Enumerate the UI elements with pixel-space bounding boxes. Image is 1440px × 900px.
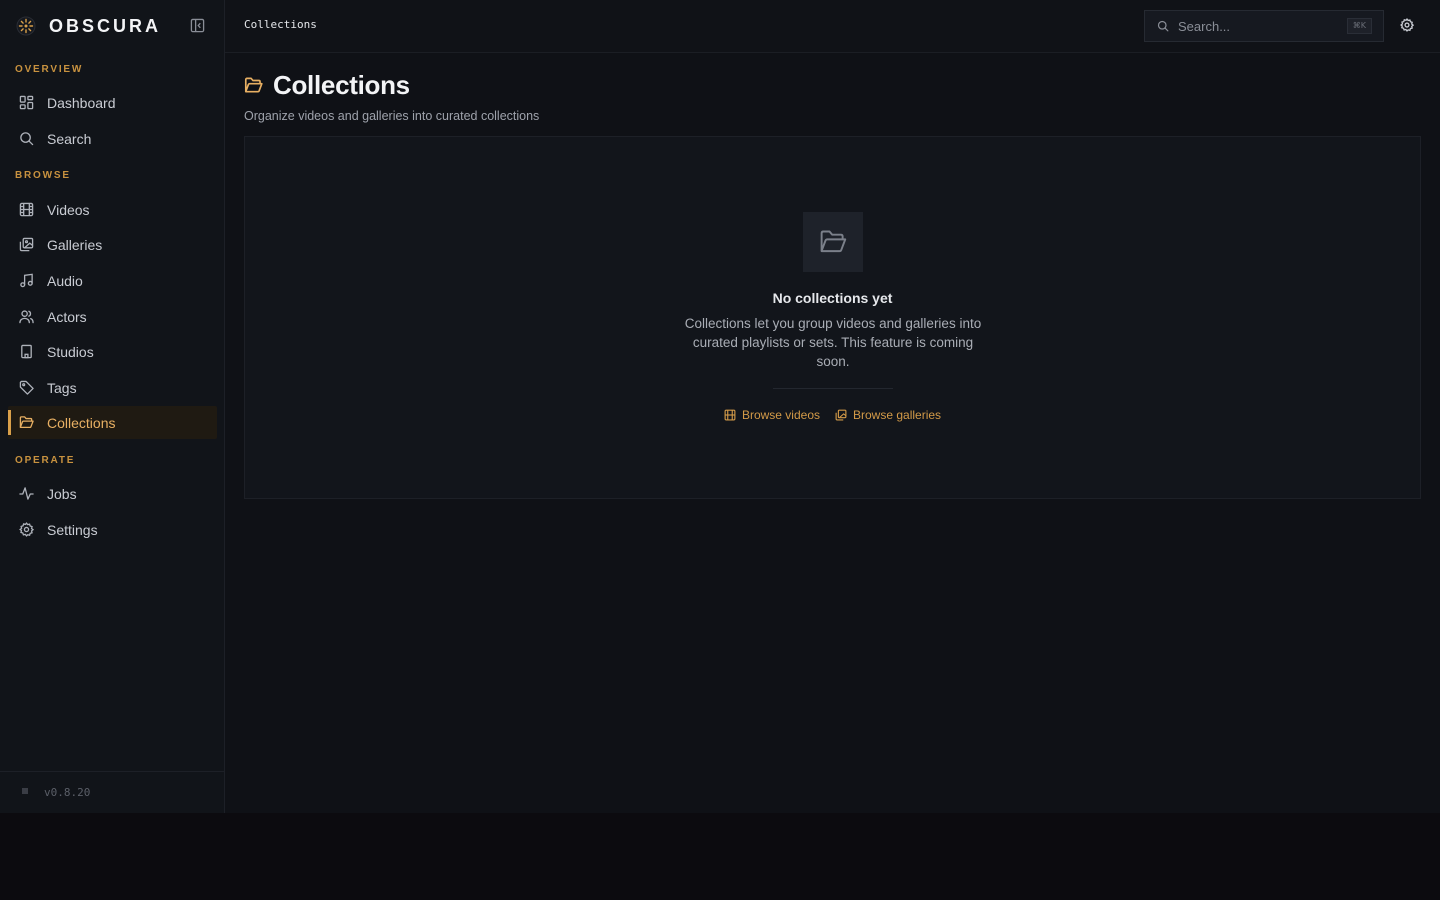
- sidebar-item-label: Videos: [47, 201, 90, 218]
- aperture-logo-icon: [16, 16, 36, 36]
- page-subtitle: Organize videos and galleries into curat…: [244, 109, 540, 123]
- sidebar-item-videos[interactable]: Videos: [8, 193, 217, 226]
- sidebar-item-label: Settings: [47, 521, 98, 538]
- film-icon: [18, 202, 34, 218]
- app-version: v0.8.20: [44, 786, 91, 799]
- sidebar-item-jobs[interactable]: Jobs: [8, 477, 217, 510]
- sidebar-item-label: Dashboard: [47, 94, 116, 111]
- sidebar-item-label: Galleries: [47, 236, 103, 253]
- empty-state-description: Collections let you group videos and gal…: [684, 316, 982, 369]
- page-header: Collections Organize videos and gallerie…: [244, 70, 539, 123]
- dashboard-icon: [18, 95, 34, 111]
- music-icon: [18, 273, 34, 289]
- sidebar-item-label: Studios: [47, 343, 94, 360]
- sidebar-item-label: Tags: [47, 379, 77, 396]
- settings-gear-icon[interactable]: [1399, 17, 1415, 33]
- activity-icon: [18, 486, 34, 502]
- search-input[interactable]: [1178, 18, 1338, 34]
- browse-videos-label: Browse videos: [741, 408, 820, 422]
- divider: [773, 388, 893, 389]
- sidebar: OBSCURA OVERVIEW Dashboard Search BROWSE…: [0, 0, 225, 813]
- sidebar-item-actors[interactable]: Actors: [8, 300, 217, 333]
- search-shortcut-hint: ⌘K: [1346, 18, 1372, 34]
- gear-icon: [18, 522, 34, 538]
- sidebar-item-label: Jobs: [47, 485, 77, 502]
- brand: OBSCURA: [0, 0, 224, 52]
- page-title: Collections: [273, 70, 410, 100]
- building-icon: [18, 344, 34, 360]
- sidebar-item-collections[interactable]: Collections: [8, 406, 217, 439]
- search-icon: [18, 131, 34, 147]
- images-icon: [835, 409, 847, 421]
- sidebar-item-settings[interactable]: Settings: [8, 513, 217, 546]
- status-indicator: [22, 787, 28, 794]
- sidebar-item-dashboard[interactable]: Dashboard: [8, 86, 217, 119]
- empty-state-actions: Browse videos Browse galleries: [245, 408, 1420, 422]
- sidebar-item-label: Actors: [47, 308, 87, 325]
- empty-state-icon-box: [803, 212, 863, 272]
- sidebar-item-label: Audio: [47, 272, 83, 289]
- sidebar-item-audio[interactable]: Audio: [8, 264, 217, 297]
- users-icon: [18, 309, 34, 325]
- sidebar-item-studios[interactable]: Studios: [8, 335, 217, 368]
- sidebar-item-label: Search: [47, 130, 92, 147]
- browse-galleries-label: Browse galleries: [853, 408, 942, 422]
- app-shell: OBSCURA OVERVIEW Dashboard Search BROWSE…: [0, 0, 1440, 813]
- sidebar-footer: v0.8.20: [0, 771, 224, 813]
- sidebar-item-label: Collections: [47, 414, 116, 431]
- sidebar-item-galleries[interactable]: Galleries: [8, 228, 217, 261]
- section-label-operate: OPERATE: [15, 455, 76, 466]
- images-icon: [18, 237, 34, 253]
- tag-icon: [18, 380, 34, 396]
- topbar: Collections ⌘K: [225, 0, 1440, 53]
- browse-galleries-link[interactable]: Browse galleries: [835, 408, 941, 422]
- breadcrumb: Collections: [244, 18, 317, 31]
- brand-name: OBSCURA: [49, 15, 162, 36]
- bottom-blank-area: [0, 813, 1440, 900]
- section-label-browse: BROWSE: [15, 170, 71, 181]
- empty-state-title: No collections yet: [772, 290, 893, 306]
- sidebar-item-search[interactable]: Search: [8, 122, 217, 155]
- section-label-overview: OVERVIEW: [15, 64, 84, 75]
- folder-open-icon: [819, 228, 847, 256]
- global-search[interactable]: ⌘K: [1144, 10, 1384, 42]
- sidebar-item-tags[interactable]: Tags: [8, 371, 217, 404]
- main-content: Collections ⌘K: [225, 0, 1440, 813]
- folder-open-icon: [18, 415, 34, 431]
- folder-open-icon: [244, 76, 263, 95]
- film-icon: [724, 409, 736, 421]
- browse-videos-link[interactable]: Browse videos: [724, 408, 820, 422]
- empty-state-card: No collections yet Collections let you g…: [244, 136, 1421, 499]
- sidebar-collapse-icon[interactable]: [189, 17, 206, 34]
- search-icon: [1157, 20, 1169, 32]
